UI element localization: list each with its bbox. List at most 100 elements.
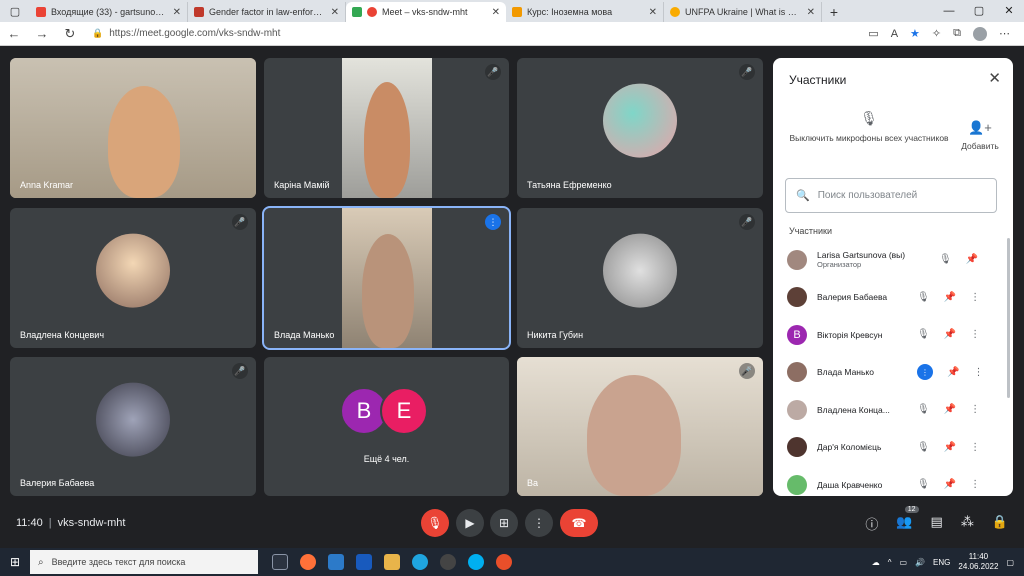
close-window-icon[interactable]: ✕ xyxy=(994,0,1024,22)
task-view-icon[interactable] xyxy=(272,554,288,570)
participant-row[interactable]: Влада Манько ⋮ 📌 ⋮ xyxy=(773,354,1013,392)
volume-icon[interactable]: 🔊 xyxy=(915,558,925,567)
browser-tab[interactable]: Входящие (33) - gartsunova10@✕ xyxy=(30,2,188,22)
file-explorer-icon[interactable] xyxy=(384,554,400,570)
panel-scrollbar[interactable] xyxy=(1007,238,1010,398)
browser-tab-active[interactable]: Meet – vks-sndw-mht ✕ xyxy=(346,2,506,22)
present-screen-icon: ⊞ xyxy=(498,516,510,530)
taskbar-clock[interactable]: 11:40 24.06.2022 xyxy=(958,552,998,572)
read-aloud-icon[interactable]: A xyxy=(891,28,898,40)
video-tile[interactable]: 🎤 Каріна Мамій xyxy=(264,58,509,198)
mute-all-button[interactable]: 🎙 Выключить микрофоны всех участников xyxy=(789,110,949,143)
close-panel-icon[interactable]: ✕ xyxy=(988,69,1001,87)
mic-off-icon[interactable]: 🎙 xyxy=(917,292,930,303)
obs-icon[interactable] xyxy=(440,554,456,570)
pin-icon[interactable]: 📌 xyxy=(944,329,956,340)
participant-avatar xyxy=(96,233,170,308)
url-field[interactable]: 🔒 https://meet.google.com/vks-sndw-mht xyxy=(92,25,792,43)
tray-arrow-icon[interactable]: ^ xyxy=(888,558,892,567)
participant-figure xyxy=(108,86,180,198)
collections-icon[interactable]: ⧉ xyxy=(953,27,961,40)
more-options-icon[interactable]: ⋮ xyxy=(973,367,983,378)
photos-icon[interactable] xyxy=(328,554,344,570)
maximize-icon[interactable]: ▢ xyxy=(964,0,994,22)
back-icon[interactable]: ← xyxy=(0,26,28,41)
close-tab-icon[interactable]: ✕ xyxy=(807,7,815,18)
video-tile[interactable]: 🎤 Никита Губин xyxy=(517,208,763,348)
pin-icon[interactable]: 📌 xyxy=(944,479,956,490)
video-tile[interactable]: 🎤 Татьяна Ефременко xyxy=(517,58,763,198)
host-controls-icon[interactable]: 🔒 xyxy=(992,514,1008,533)
language-indicator[interactable]: ENG xyxy=(933,558,950,567)
edge-icon[interactable] xyxy=(412,554,428,570)
activities-icon[interactable]: ⁂ xyxy=(961,514,974,533)
app-icon[interactable] xyxy=(496,554,512,570)
video-tile[interactable]: 🎤 Валерия Бабаева xyxy=(10,357,256,496)
more-options-button[interactable]: ⋮ xyxy=(525,509,553,537)
participant-row[interactable]: Дар'я Коломієць 🎙 📌 ⋮ xyxy=(773,429,1013,467)
people-button[interactable]: 👥 12 xyxy=(896,506,919,533)
participant-row[interactable]: Larisa Gartsunova (вы) Организатор 🎙 📌 xyxy=(773,241,1013,279)
notifications-icon[interactable]: ▢ xyxy=(1006,558,1014,567)
present-button[interactable]: ⊞ xyxy=(490,509,518,537)
minimize-icon[interactable]: — xyxy=(934,0,964,22)
search-people-input[interactable]: 🔍 Поиск пользователей xyxy=(785,178,997,213)
weather-icon[interactable]: ☁ xyxy=(872,558,880,567)
close-tab-icon[interactable]: ✕ xyxy=(173,7,181,18)
favorite-star-icon[interactable]: ★ xyxy=(910,27,920,40)
mic-off-icon[interactable]: 🎙 xyxy=(917,404,930,415)
mic-off-icon[interactable]: 🎙 xyxy=(917,442,930,453)
mic-off-icon[interactable]: 🎙 xyxy=(917,329,930,340)
close-tab-icon[interactable]: ✕ xyxy=(649,7,657,18)
more-options-icon[interactable]: ⋮ xyxy=(970,404,980,415)
more-options-icon[interactable]: ⋮ xyxy=(970,292,980,303)
mic-off-icon[interactable]: 🎙 xyxy=(917,479,930,490)
participant-row[interactable]: Валерия Бабаева 🎙 📌 ⋮ xyxy=(773,279,1013,317)
video-tile-speaking[interactable]: ⋮ Влада Манько xyxy=(262,206,511,350)
pin-icon[interactable]: 📌 xyxy=(944,292,956,303)
participant-row[interactable]: В Вікторія Кревсун 🎙 📌 ⋮ xyxy=(773,316,1013,354)
pin-icon[interactable]: 📌 xyxy=(944,442,956,453)
participant-name: Вікторія Кревсун xyxy=(817,329,883,340)
more-options-icon[interactable]: ⋮ xyxy=(970,442,980,453)
participant-row[interactable]: Даша Кравченко 🎙 📌 ⋮ xyxy=(773,466,1013,504)
more-options-icon[interactable]: ⋮ xyxy=(970,479,980,490)
word-icon[interactable] xyxy=(356,554,372,570)
new-tab-button[interactable]: + xyxy=(822,2,846,22)
participant-figure xyxy=(587,375,681,496)
video-tile[interactable]: 🎤 Ва xyxy=(517,357,763,496)
more-icon[interactable]: ⋯ xyxy=(999,27,1010,40)
skype-icon[interactable] xyxy=(468,554,484,570)
firefox-icon[interactable] xyxy=(300,554,316,570)
profile-avatar[interactable] xyxy=(973,26,987,41)
camera-toggle-button[interactable]: ▶ xyxy=(456,509,484,537)
chat-icon[interactable]: ▤ xyxy=(931,514,943,533)
tab-actions-icon[interactable]: ▢ xyxy=(0,0,30,22)
close-tab-icon[interactable]: ✕ xyxy=(492,7,500,18)
leave-call-button[interactable]: ☎ xyxy=(560,509,598,537)
reload-icon[interactable]: ↻ xyxy=(56,26,84,42)
pin-icon[interactable]: 📌 xyxy=(944,404,956,415)
close-tab-icon[interactable]: ✕ xyxy=(331,7,339,18)
browser-tab[interactable]: Gender factor in law-enforceme ✕ xyxy=(188,2,346,22)
windows-start-icon[interactable]: ⊞ xyxy=(0,555,30,569)
add-people-button[interactable]: 👤+ Добавить xyxy=(955,120,1005,151)
network-icon[interactable]: ▭ xyxy=(900,558,908,567)
forward-icon[interactable]: → xyxy=(28,26,56,41)
mic-off-icon[interactable]: 🎙 xyxy=(939,254,952,265)
mic-toggle-button[interactable]: 🎙 xyxy=(421,509,449,537)
pin-icon[interactable]: 📌 xyxy=(947,367,959,378)
others-tile[interactable]: В Е Ещё 4 чел. xyxy=(264,357,509,496)
pin-icon[interactable]: 📌 xyxy=(966,254,978,265)
extensions-icon[interactable]: ✧ xyxy=(932,27,941,40)
taskbar-search-input[interactable]: ⌕ Введите здесь текст для поиска xyxy=(30,550,258,574)
camera-icon[interactable]: ▭ xyxy=(868,27,878,40)
info-icon[interactable]: ⓘ xyxy=(865,514,878,533)
video-tile[interactable]: Anna Kramar xyxy=(10,58,256,198)
participant-row[interactable]: Владлена Конца... 🎙 📌 ⋮ xyxy=(773,391,1013,429)
browser-tab[interactable]: Курс: Іноземна мова ✕ xyxy=(506,2,664,22)
more-options-icon[interactable]: ⋮ xyxy=(970,329,980,340)
people-icon: 👥 xyxy=(896,514,913,529)
browser-tab[interactable]: UNFPA Ukraine | What is gender✕ xyxy=(664,2,822,22)
video-tile[interactable]: 🎤 Владлена Концевич xyxy=(10,208,256,348)
